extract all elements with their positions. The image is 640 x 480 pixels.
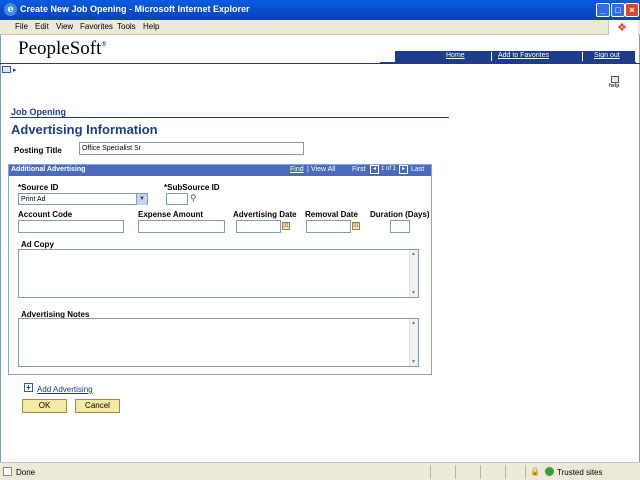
view-all-link[interactable]: View All <box>311 166 335 173</box>
minimize-button[interactable]: _ <box>596 3 610 17</box>
logo-text: PeopleSoft <box>18 38 102 59</box>
find-link[interactable]: Find <box>290 166 304 173</box>
windows-flag-icon: ❖ <box>617 22 627 34</box>
previous-row-icon[interactable]: ◂ <box>370 165 379 174</box>
scroll-up-icon[interactable]: ▲ <box>411 251 416 257</box>
lookup-icon[interactable]: ⚲ <box>190 193 197 204</box>
menu-favorites[interactable]: Favorites <box>80 22 113 31</box>
scrollbar[interactable]: ▲ ▼ <box>409 319 418 366</box>
internet-explorer-icon: e <box>4 3 17 16</box>
last-link[interactable]: Last <box>411 166 424 173</box>
status-text: Done <box>16 468 36 477</box>
header-rule <box>10 117 449 118</box>
ad-copy-textarea[interactable]: ▲ ▼ <box>18 249 419 298</box>
grid-header: Additional Advertising Find | View All F… <box>9 165 431 176</box>
calendar-icon[interactable]: 31 <box>282 222 290 230</box>
sign-out-link[interactable]: Sign out <box>594 52 620 59</box>
lock-icon: 🔒 <box>530 467 540 476</box>
page-icon <box>3 467 12 476</box>
first-link[interactable]: First <box>352 166 366 173</box>
expense-amount-label: Expense Amount <box>138 210 204 219</box>
status-bar: Done 🔒 Trusted sites <box>0 462 640 480</box>
source-id-label: *Source ID <box>18 183 59 192</box>
cancel-button[interactable]: Cancel <box>75 399 120 413</box>
status-separator <box>505 465 506 479</box>
nav-separator <box>582 52 583 61</box>
account-code-input[interactable] <box>18 220 124 233</box>
status-separator <box>525 465 526 479</box>
account-code-label: Account Code <box>18 210 73 219</box>
menu-edit[interactable]: Edit <box>35 22 49 31</box>
window-title-bar: e Create New Job Opening - Microsoft Int… <box>0 0 640 20</box>
nav-separator <box>491 52 492 61</box>
row-position: 1 of 1 <box>381 166 397 172</box>
close-button[interactable]: × <box>625 3 639 17</box>
grid-nav-separator: | <box>307 166 309 173</box>
source-id-value: Print Ad <box>21 196 46 203</box>
grid-title: Additional Advertising <box>11 166 86 173</box>
scroll-up-icon[interactable]: ▲ <box>411 320 416 326</box>
home-link[interactable]: Home <box>446 52 465 59</box>
window-title: Create New Job Opening - Microsoft Inter… <box>20 4 250 14</box>
expense-amount-input[interactable] <box>138 220 225 233</box>
security-zone: Trusted sites <box>557 468 603 477</box>
scroll-down-icon[interactable]: ▼ <box>411 359 416 365</box>
status-separator <box>455 465 456 479</box>
status-separator <box>480 465 481 479</box>
next-row-icon[interactable]: ▸ <box>399 165 408 174</box>
chevron-down-icon[interactable]: ▼ <box>136 194 147 205</box>
menu-tools[interactable]: Tools <box>117 22 136 31</box>
expand-arrow-icon[interactable]: ▸ <box>13 66 17 74</box>
page-title: Advertising Information <box>11 122 158 137</box>
duration-days-label: Duration (Days) <box>370 210 430 219</box>
menu-file[interactable]: File <box>15 22 28 31</box>
breadcrumb: Job Opening <box>11 107 66 117</box>
add-advertising-link[interactable]: Add Advertising <box>37 385 93 394</box>
add-to-favorites-link[interactable]: Add to Favorites <box>498 52 549 59</box>
scroll-down-icon[interactable]: ▼ <box>411 290 416 296</box>
subsource-id-input[interactable] <box>166 193 188 205</box>
removal-date-label: Removal Date <box>305 210 358 219</box>
windows-logo: ❖ <box>608 20 638 35</box>
advertising-notes-textarea[interactable]: ▲ ▼ <box>18 318 419 367</box>
maximize-button[interactable]: □ <box>611 3 625 17</box>
menu-help[interactable]: Help <box>143 22 159 31</box>
advertising-date-input[interactable] <box>236 220 281 233</box>
help-box-icon <box>611 76 619 83</box>
status-separator <box>430 465 431 479</box>
ad-copy-label: Ad Copy <box>21 240 54 249</box>
help-label: help <box>609 83 620 89</box>
posting-title-input[interactable]: Office Specialist Sr <box>79 142 304 155</box>
posting-title-label: Posting Title <box>14 146 62 155</box>
ok-button[interactable]: OK <box>22 399 67 413</box>
menu-bar: File Edit View Favorites Tools Help ❖ <box>0 20 640 35</box>
advertising-date-label: Advertising Date <box>233 210 297 219</box>
header-divider <box>0 63 640 64</box>
source-id-select[interactable]: Print Ad ▼ <box>18 193 148 205</box>
menu-view[interactable]: View <box>56 22 73 31</box>
scrollbar[interactable]: ▲ ▼ <box>409 250 418 297</box>
help-icon[interactable]: help <box>609 76 621 90</box>
duration-days-input[interactable] <box>390 220 410 233</box>
add-icon[interactable]: + <box>24 383 33 392</box>
subsource-id-label: *SubSource ID <box>164 183 220 192</box>
trusted-zone-icon <box>545 467 554 476</box>
removal-date-input[interactable] <box>306 220 351 233</box>
menu-toggle-icon[interactable] <box>2 66 11 73</box>
peoplesoft-logo: PeopleSoft® <box>18 38 107 60</box>
logo-mark: ® <box>101 40 107 49</box>
calendar-icon[interactable]: 31 <box>352 222 360 230</box>
